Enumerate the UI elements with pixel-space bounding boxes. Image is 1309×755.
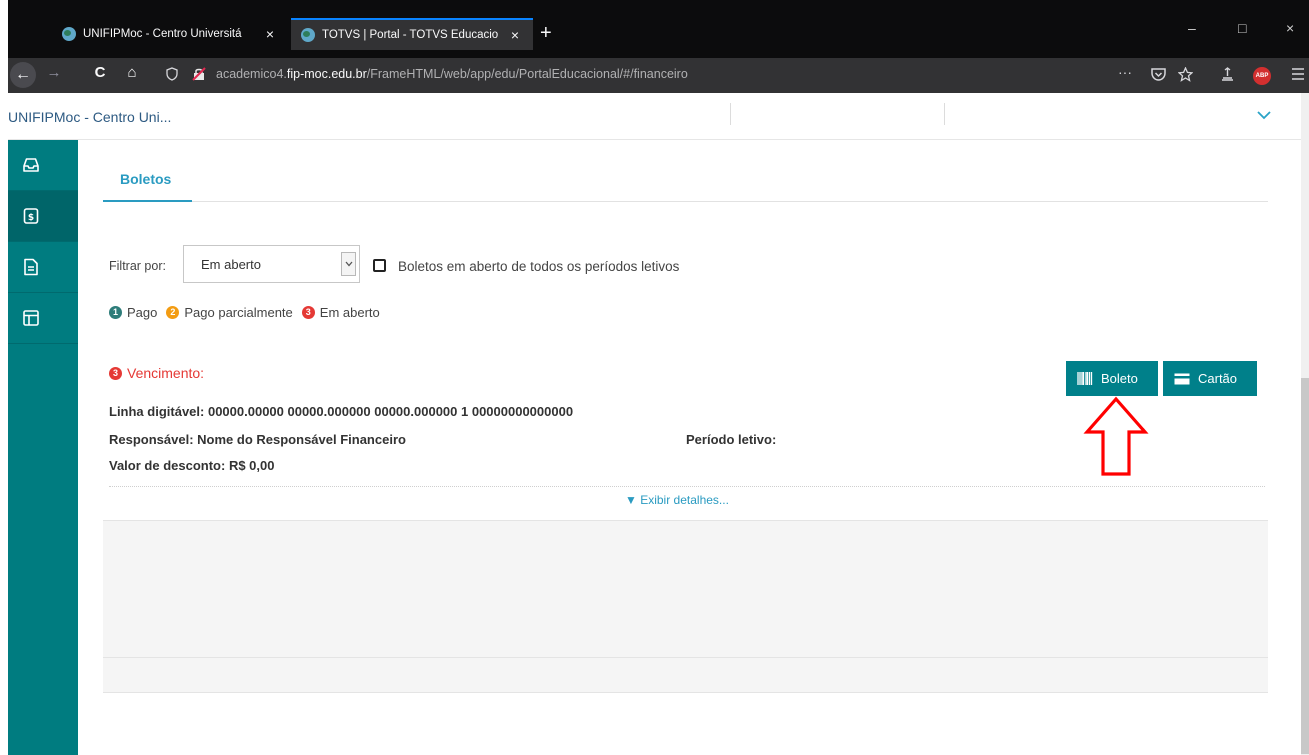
library-icon[interactable]: [1220, 67, 1235, 85]
url-prefix: academico4.: [216, 67, 287, 81]
responsavel-value: Nome do Responsável Financeiro: [197, 432, 406, 447]
credit-card-icon: [1174, 373, 1190, 384]
institution-name[interactable]: UNIFIPMoc - Centro Uni...: [8, 109, 171, 125]
cartao-button-label: Cartão: [1198, 371, 1238, 386]
active-tab-indicator: [103, 200, 192, 202]
linha-digitavel-row: Linha digitável: 00000.00000 00000.00000…: [109, 404, 573, 419]
window-edge: [0, 0, 8, 755]
legend-label-parcial: Pago parcialmente: [184, 305, 293, 320]
desconto-row: Valor de desconto: R$ 0,00: [109, 458, 274, 473]
url-path: /FrameHTML/web/app/edu/PortalEducacional…: [366, 67, 688, 81]
svg-text:$: $: [28, 213, 34, 223]
address-bar[interactable]: academico4.fip-moc.edu.br/FrameHTML/web/…: [216, 67, 688, 81]
close-tab-icon[interactable]: ×: [262, 26, 278, 42]
chevron-down-icon[interactable]: [341, 252, 356, 276]
chevron-down-icon[interactable]: [1257, 107, 1271, 123]
payment-icon: $: [23, 208, 39, 224]
close-tab-icon[interactable]: ×: [507, 27, 523, 43]
close-window-button[interactable]: ×: [1286, 20, 1294, 36]
all-periods-label[interactable]: Boletos em aberto de todos os períodos l…: [398, 259, 679, 274]
barcode-icon: [1077, 372, 1093, 385]
reload-button[interactable]: C: [88, 64, 112, 81]
status-dot-pago: 1: [109, 306, 122, 319]
header-divider: [944, 103, 945, 125]
scrollbar-thumb[interactable]: [1301, 378, 1309, 754]
status-dot-parcial: 2: [166, 306, 180, 319]
status-dot-aberto: 3: [301, 306, 315, 319]
desconto-label: Valor de desconto:: [109, 458, 226, 473]
linha-label: Linha digitável:: [109, 404, 205, 419]
back-button[interactable]: ←: [10, 62, 36, 88]
status-legend: 1 Pago 2 Pago parcialmente 3 Em aberto: [109, 305, 389, 320]
periodo-letivo-label: Período letivo:: [686, 432, 777, 447]
sidebar-item-documentos[interactable]: [8, 242, 78, 293]
panel-divider: [103, 657, 1268, 658]
menu-icon[interactable]: [1291, 67, 1305, 84]
shield-icon[interactable]: [166, 67, 178, 84]
vencimento-heading: 3 Vencimento:: [109, 365, 204, 381]
forward-button[interactable]: →: [42, 64, 66, 81]
sidebar: $: [8, 140, 78, 755]
browser-window: UNIFIPMoc - Centro Universitá × TOTVS | …: [0, 0, 1309, 755]
tab-bar: UNIFIPMoc - Centro Universitá × TOTVS | …: [8, 0, 1309, 58]
browser-tab-unifipmoc[interactable]: UNIFIPMoc - Centro Universitá ×: [52, 18, 288, 50]
filter-selected-value: Em aberto: [201, 257, 261, 272]
bookmark-star-icon[interactable]: [1177, 66, 1194, 85]
pocket-icon[interactable]: [1151, 67, 1166, 84]
boleto-button-label: Boleto: [1101, 371, 1138, 386]
insecure-lock-icon[interactable]: [192, 67, 206, 84]
home-button[interactable]: ⌂: [120, 64, 144, 81]
document-icon: [24, 258, 38, 276]
details-panel: [103, 521, 1268, 693]
minimize-button[interactable]: –: [1188, 20, 1196, 36]
vencimento-label: Vencimento:: [127, 365, 205, 381]
cartao-button[interactable]: Cartão: [1163, 361, 1257, 396]
sidebar-item-inbox[interactable]: [8, 140, 78, 191]
app-header: UNIFIPMoc - Centro Uni...: [8, 93, 1301, 140]
exibir-detalhes-link[interactable]: ▼ Exibir detalhes...: [625, 493, 729, 507]
details-divider: [109, 486, 1265, 487]
sidebar-item-layout[interactable]: [8, 293, 78, 344]
arrow-up-icon: [1083, 396, 1149, 476]
page-actions-button[interactable]: ···: [1118, 64, 1132, 80]
layout-icon: [23, 310, 39, 326]
responsavel-label: Responsável:: [109, 432, 194, 447]
filter-select[interactable]: Em aberto: [183, 245, 360, 283]
responsavel-row: Responsável: Nome do Responsável Finance…: [109, 432, 406, 447]
favicon-icon: [62, 27, 76, 41]
legend-label-pago: Pago: [127, 305, 158, 320]
url-domain: fip-moc.edu.br: [286, 67, 367, 81]
favicon-icon: [301, 28, 315, 42]
all-periods-checkbox[interactable]: [373, 259, 386, 272]
status-dot-aberto: 3: [109, 366, 122, 380]
linha-value: 00000.00000 00000.000000 00000.000000 1 …: [207, 404, 574, 419]
tab-title: UNIFIPMoc - Centro Universitá: [83, 28, 242, 40]
maximize-button[interactable]: □: [1238, 20, 1246, 36]
boleto-button[interactable]: Boleto: [1066, 361, 1158, 396]
inbox-icon: [23, 158, 39, 172]
filter-label: Filtrar por:: [109, 259, 166, 273]
legend-label-aberto: Em aberto: [319, 305, 380, 320]
tab-boletos[interactable]: Boletos: [120, 171, 171, 187]
header-divider: [730, 103, 731, 125]
sidebar-item-financeiro[interactable]: $: [8, 191, 78, 242]
desconto-value: R$ 0,00: [228, 458, 275, 473]
tab-divider: [103, 201, 1268, 202]
tab-title: TOTVS | Portal - TOTVS Educacio: [322, 29, 499, 41]
browser-tab-totvs[interactable]: TOTVS | Portal - TOTVS Educacio ×: [291, 18, 533, 50]
new-tab-button[interactable]: +: [540, 22, 552, 45]
adblock-plus-icon[interactable]: ABP: [1253, 67, 1271, 85]
navigation-bar: ← → C ⌂ academico4.fip-moc.edu.br/FrameH…: [8, 58, 1309, 93]
